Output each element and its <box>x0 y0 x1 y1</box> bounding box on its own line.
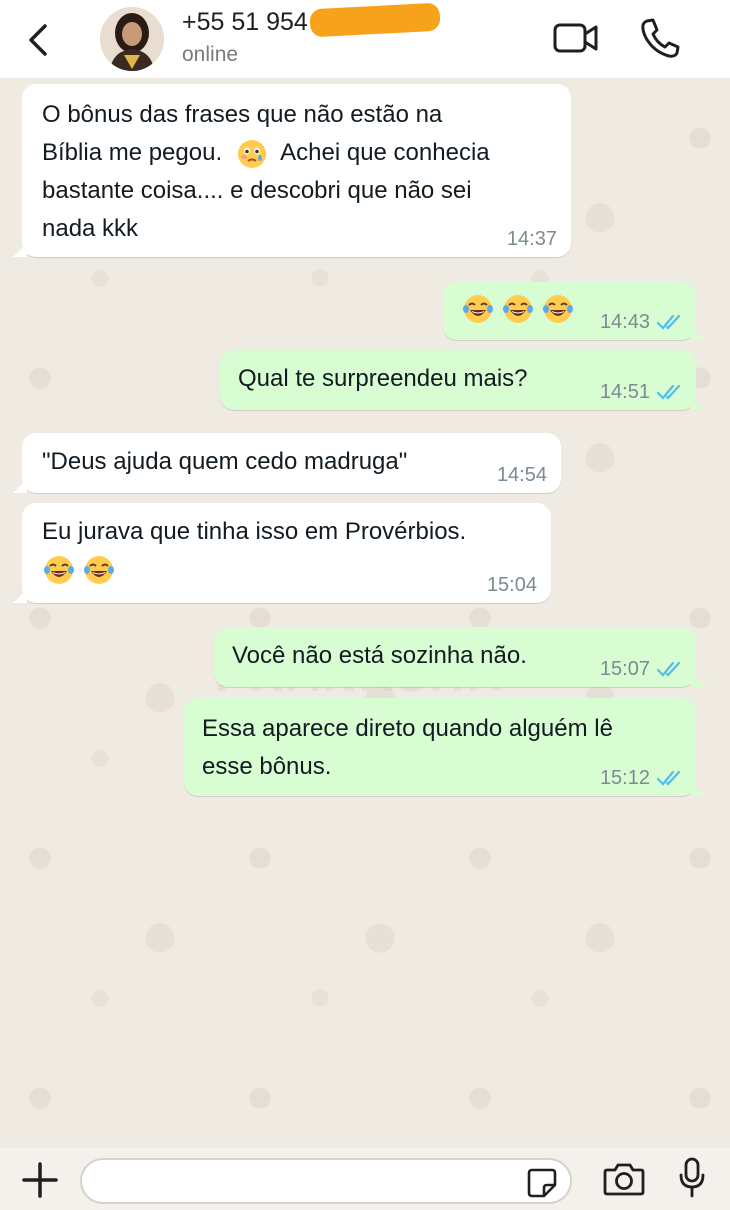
attach-button[interactable] <box>20 1160 60 1205</box>
sticker-icon <box>527 1168 557 1198</box>
message-timestamp: 15:12 <box>600 767 684 789</box>
message-text-line: Essa aparece direto quando alguém lê <box>202 715 613 742</box>
camera-icon <box>603 1163 645 1196</box>
chat-area[interactable]: PRANKSHIT O bônus das frases que não est… <box>0 78 730 1148</box>
message-timestamp: 14:54 <box>496 464 547 486</box>
redaction-mark <box>309 2 441 38</box>
message-timestamp: 14:37 <box>506 228 557 250</box>
video-camera-icon <box>553 23 598 53</box>
message-timestamp: 14:51 <box>600 381 684 403</box>
message-text: Eu jurava que tinha isso em Provérbios. <box>42 518 467 545</box>
message-input-container <box>80 1158 572 1204</box>
face-with-tears-of-joy-icon <box>543 295 573 323</box>
double-check-icon <box>656 384 681 400</box>
composer-bar <box>0 1148 730 1210</box>
double-check-icon <box>656 770 681 786</box>
phone-icon <box>641 18 680 58</box>
face-with-tears-of-joy-icon <box>503 295 533 323</box>
face-with-tears-of-joy-icon <box>463 295 493 323</box>
message-timestamp: 15:07 <box>600 658 684 680</box>
message-text-line: nada kkk <box>42 215 139 242</box>
message-incoming[interactable]: "Deus ajuda quem cedo madruga" 14:54 <box>13 433 561 493</box>
face-with-tears-of-joy-icon <box>84 556 114 584</box>
message-text-line: O bônus das frases que não estão na <box>42 101 443 128</box>
message-outgoing[interactable]: Qual te surpreendeu mais? 14:51 <box>220 350 705 410</box>
message-text-line: Bíblia me pegou. Achei que conhecia <box>42 134 551 172</box>
avatar[interactable] <box>100 7 164 71</box>
message-text-line: bastante coisa.... e descobri que não se… <box>42 177 472 204</box>
message-text: "Deus ajuda quem cedo madruga" <box>42 448 408 475</box>
message-outgoing[interactable]: 14:43 <box>443 282 705 340</box>
chevron-left-icon <box>29 24 47 56</box>
message-outgoing[interactable]: Você não está sozinha não. 15:07 <box>214 627 705 687</box>
voice-call-button[interactable] <box>638 16 680 65</box>
double-check-icon <box>656 314 681 330</box>
message-input[interactable] <box>100 1168 514 1198</box>
message-timestamp: 15:04 <box>486 574 537 596</box>
voice-message-button[interactable] <box>677 1156 707 1205</box>
face-holding-back-tears-icon <box>237 139 266 168</box>
message-incoming[interactable]: Eu jurava que tinha isso em Provérbios. <box>13 503 551 603</box>
plus-icon <box>22 1162 58 1198</box>
double-check-icon <box>656 661 681 677</box>
emoji-row <box>42 553 531 587</box>
message-outgoing[interactable]: Essa aparece direto quando alguém lê ess… <box>184 698 705 796</box>
back-button[interactable] <box>18 18 58 62</box>
face-with-tears-of-joy-icon <box>44 556 74 584</box>
message-timestamp: 14:43 <box>600 311 684 333</box>
video-call-button[interactable] <box>552 16 600 65</box>
microphone-icon <box>679 1157 705 1198</box>
avatar-image <box>100 7 164 71</box>
chat-header: +55 51 954 online <box>0 0 730 78</box>
contact-name[interactable]: +55 51 954 <box>182 8 308 37</box>
message-incoming[interactable]: O bônus das frases que não estão na Bíbl… <box>13 84 571 257</box>
sticker-button[interactable] <box>526 1167 558 1204</box>
camera-button[interactable] <box>603 1161 645 1202</box>
contact-status: online <box>182 43 239 66</box>
